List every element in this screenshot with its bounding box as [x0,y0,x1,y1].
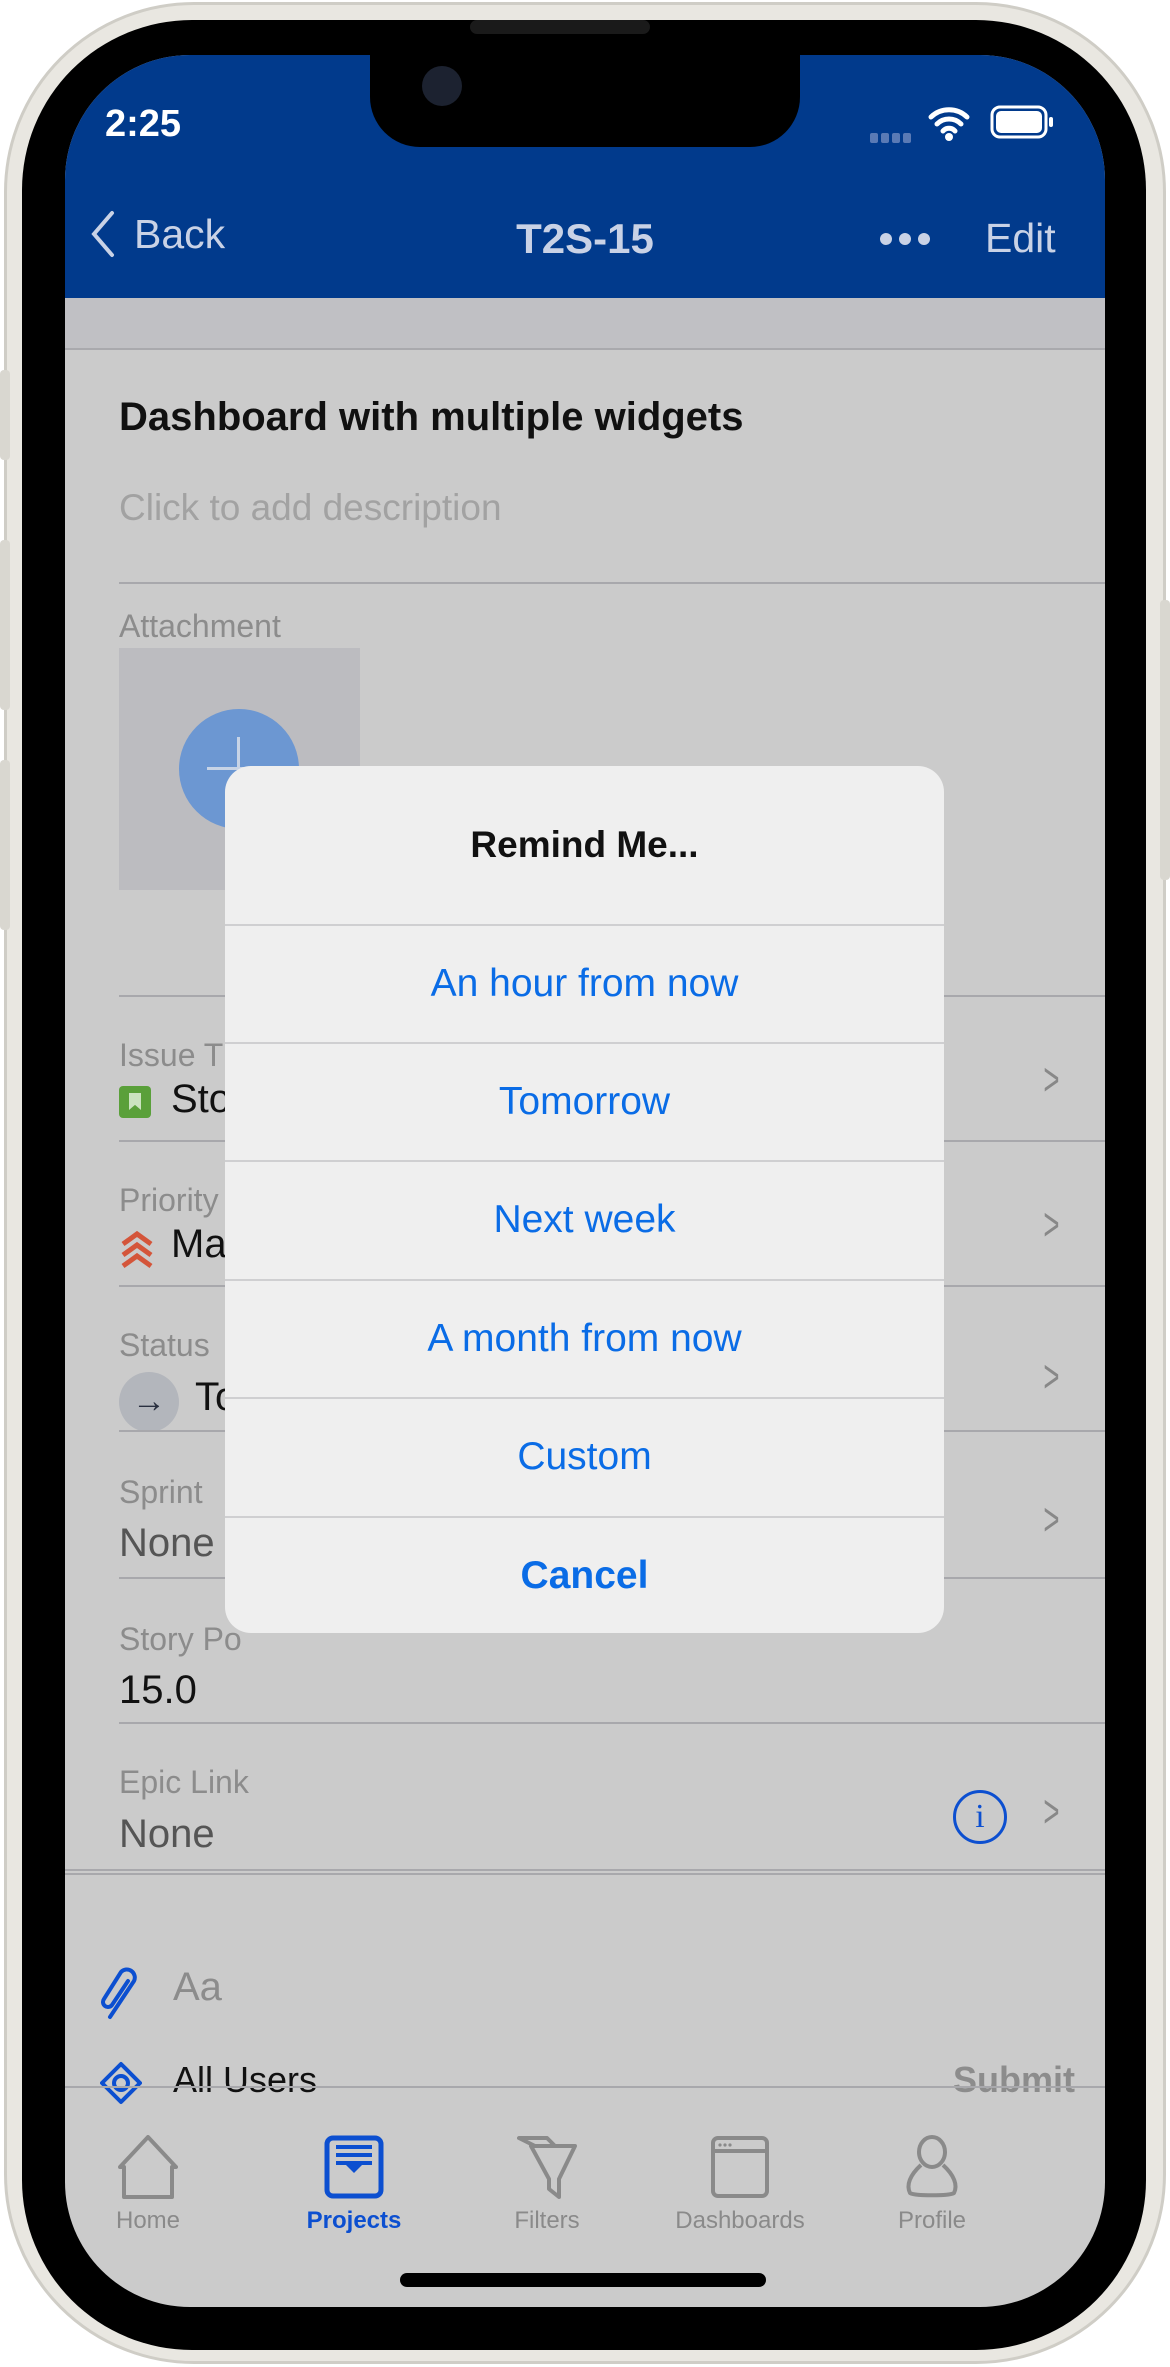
dialog-title: Remind Me... [470,824,699,865]
tab-label: Projects [306,2207,402,2234]
tab-label: Dashboards [675,2207,805,2234]
tab-filters[interactable]: Filters [467,2135,627,2235]
eye-icon[interactable] [100,2061,142,2105]
tab-profile[interactable]: Profile [852,2135,1012,2235]
info-icon[interactable]: i [953,1790,1007,1844]
option-hour[interactable]: An hour from now [225,924,944,1042]
header-band [65,298,1105,350]
field-value: None [119,1812,215,1856]
cancel-button[interactable]: Cancel [225,1516,944,1633]
home-indicator [400,2273,766,2287]
power-button [1160,600,1170,880]
field-label: Priority [119,1182,219,1218]
volume-down-button [0,760,10,930]
arrow-right-icon: → [119,1372,179,1432]
tab-label: Profile [897,2207,967,2234]
chevron-right-icon: > [1043,1053,1060,1105]
volume-up-button [0,540,10,710]
tab-projects[interactable]: Projects [274,2135,434,2235]
wifi-icon [928,107,970,141]
story-icon [119,1086,151,1118]
field-value: 15.0 [119,1668,197,1712]
chevron-right-icon: > [1043,1785,1060,1837]
more-button[interactable] [880,233,930,245]
profile-icon [906,2135,958,2198]
field-label: Story Po [119,1621,242,1657]
mute-switch [0,370,10,460]
option-next-week[interactable]: Next week [225,1160,944,1278]
field-label: Issue T [119,1037,224,1073]
projects-icon [324,2135,384,2199]
field-epic-link[interactable]: Epic Link None i > [65,1724,1105,1866]
home-icon [118,2135,178,2199]
page-title: T2S-15 [516,215,654,262]
field-value: Sto [171,1077,232,1121]
edit-button[interactable]: Edit [985,215,1056,262]
option-custom[interactable]: Custom [225,1397,944,1515]
issue-summary[interactable]: Dashboard with multiple widgets [119,395,744,440]
chevron-right-icon: > [1043,1493,1060,1545]
remind-me-dialog: Remind Me... An hour from now Tomorrow N… [225,766,944,1633]
battery-icon [990,105,1053,139]
tab-label: Home [115,2207,181,2234]
speaker [470,20,650,34]
priority-highest-icon [121,1230,153,1269]
option-month[interactable]: A month from now [225,1279,944,1397]
comment-input[interactable]: Aa [173,1965,222,2010]
screen: 2:25 Back T2S-15 Edit Dashboard with mul… [65,55,1105,2307]
field-value: None [119,1521,215,1565]
signal-icon [870,130,918,143]
ellipsis-icon [880,233,930,245]
camera [422,66,462,106]
chevron-right-icon: > [1043,1350,1060,1402]
field-label: Sprint [119,1474,203,1510]
divider [119,582,1105,584]
option-tomorrow[interactable]: Tomorrow [225,1042,944,1160]
status-time: 2:25 [105,103,182,145]
field-value: Ma [171,1222,227,1266]
visibility-selector[interactable]: All Users [173,2059,317,2101]
attachment-label: Attachment [119,608,281,644]
submit-button[interactable]: Submit [953,2059,1075,2101]
tab-home[interactable]: Home [68,2135,228,2235]
field-label: Status [119,1327,210,1363]
dashboard-icon [711,2136,769,2198]
divider [65,1869,1105,1875]
field-label: Epic Link [119,1764,249,1800]
filter-icon [517,2136,577,2199]
paperclip-icon[interactable] [100,1967,140,2023]
chevron-right-icon: > [1043,1198,1060,1250]
description-placeholder[interactable]: Click to add description [119,487,502,529]
divider [65,2086,1105,2088]
tab-label: Filters [514,2207,580,2234]
tab-dashboards[interactable]: Dashboards [660,2135,820,2235]
